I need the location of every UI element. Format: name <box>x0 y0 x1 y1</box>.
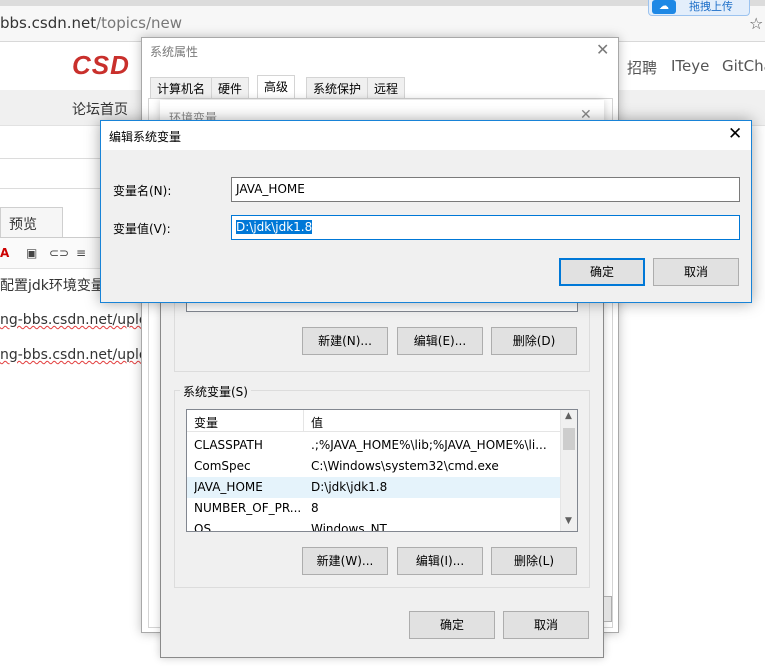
nav-link-iteye[interactable]: ITeye <box>671 57 709 75</box>
cell-value: C:\Windows\system32\cmd.exe <box>311 459 499 473</box>
close-icon[interactable]: ✕ <box>728 124 742 144</box>
cell-value: D:\jdk\jdk1.8 <box>311 480 388 494</box>
site-logo[interactable]: CSD <box>72 50 130 81</box>
font-color-icon[interactable]: A <box>0 246 9 260</box>
cell-name: ComSpec <box>194 459 251 473</box>
cell-value: 8 <box>311 501 319 515</box>
env-cancel-button[interactable]: 取消 <box>503 611 589 639</box>
tab-computer-name[interactable]: 计算机名 <box>150 77 213 99</box>
tab-preview[interactable]: 预览 <box>0 207 63 237</box>
align-icon[interactable]: ≡ <box>76 246 86 260</box>
tab-system-protection[interactable]: 系统保护 <box>306 77 369 99</box>
column-header-name[interactable]: 变量 <box>194 414 218 431</box>
variable-name-field[interactable]: JAVA_HOME <box>231 177 740 202</box>
variable-value-label: 变量值(V): <box>113 222 171 236</box>
env-ok-button[interactable]: 确定 <box>409 611 495 639</box>
system-variables-label: 系统变量(S) <box>180 383 251 400</box>
column-header-value[interactable]: 值 <box>311 414 323 431</box>
nav-forum-home[interactable]: 论坛首页 <box>72 99 128 119</box>
close-icon[interactable]: ✕ <box>596 40 609 59</box>
variable-value-field[interactable]: D:\jdk\jdk1.8 <box>231 215 740 240</box>
scroll-up-icon[interactable]: ▲ <box>565 411 572 421</box>
list-header: 变量 值 <box>187 410 560 432</box>
edit-ok-button[interactable]: 确定 <box>559 258 645 286</box>
table-row[interactable]: OS Windows_NT <box>187 519 560 532</box>
cell-name: OS <box>194 522 212 532</box>
user-delete-button[interactable]: 删除(D) <box>491 327 577 355</box>
cell-value: Windows_NT <box>311 522 387 532</box>
nav-link-gitchat[interactable]: GitCha <box>722 57 765 75</box>
star-icon[interactable]: ☆ <box>749 14 763 33</box>
edit-dialog-title: 编辑系统变量 <box>109 130 182 144</box>
url-host: bbs.csdn.net <box>0 14 97 32</box>
editor-text-line: 配置jdk环境变量 <box>0 278 105 294</box>
system-delete-button[interactable]: 删除(L) <box>491 547 577 575</box>
cell-value: .;%JAVA_HOME%\lib;%JAVA_HOME%\li... <box>311 438 547 452</box>
scroll-thumb[interactable] <box>563 428 575 450</box>
editor-text-line: ng-bbs.csdn.net/uplo <box>0 312 148 328</box>
table-row[interactable]: NUMBER_OF_PR... 8 <box>187 498 560 519</box>
upload-label: 拖拽上传 <box>689 0 733 13</box>
system-edit-button[interactable]: 编辑(I)... <box>397 547 483 575</box>
nav-link-jobs[interactable]: 招聘 <box>627 57 657 78</box>
user-edit-button[interactable]: 编辑(E)... <box>397 327 483 355</box>
edit-dialog-titlebar[interactable] <box>101 121 751 150</box>
table-row[interactable]: ComSpec C:\Windows\system32\cmd.exe <box>187 456 560 477</box>
system-new-button[interactable]: 新建(W)... <box>302 547 388 575</box>
url-path: /topics/new <box>96 14 183 32</box>
tab-preview-label: 预览 <box>9 217 37 233</box>
variable-name-label: 变量名(N): <box>113 184 172 198</box>
address-bar[interactable]: bbs.csdn.net/topics/new <box>0 14 182 32</box>
upload-widget[interactable]: ☁ 拖拽上传 <box>648 0 750 16</box>
variable-value-selected-text: D:\jdk\jdk1.8 <box>236 220 313 234</box>
system-variables-list[interactable]: 变量 值 CLASSPATH .;%JAVA_HOME%\lib;%JAVA_H… <box>186 409 578 532</box>
cloud-icon: ☁ <box>652 0 676 14</box>
table-row-selected[interactable]: JAVA_HOME D:\jdk\jdk1.8 <box>187 477 560 498</box>
edit-cancel-button[interactable]: 取消 <box>653 258 739 286</box>
editor-text-line: ng-bbs.csdn.net/uplo <box>0 347 148 363</box>
tab-remote[interactable]: 远程 <box>367 77 406 99</box>
tab-hardware[interactable]: 硬件 <box>211 77 250 99</box>
variable-name-value: JAVA_HOME <box>236 182 305 196</box>
column-divider[interactable] <box>303 410 304 432</box>
system-properties-title: 系统属性 <box>150 45 199 59</box>
scroll-down-icon[interactable]: ▼ <box>565 516 572 526</box>
image-icon[interactable]: ▣ <box>26 246 37 260</box>
cell-name: JAVA_HOME <box>194 480 263 494</box>
tab-advanced[interactable]: 高级 <box>257 75 296 99</box>
sysprops-button-edge <box>604 596 612 622</box>
table-row[interactable]: CLASSPATH .;%JAVA_HOME%\lib;%JAVA_HOME%\… <box>187 435 560 456</box>
link-icon[interactable]: ⊂⊃ <box>49 246 69 260</box>
user-new-button[interactable]: 新建(N)... <box>302 327 388 355</box>
cell-name: NUMBER_OF_PR... <box>194 501 300 515</box>
vertical-scrollbar[interactable]: ▲ ▼ <box>560 410 577 531</box>
cell-name: CLASSPATH <box>194 438 263 452</box>
